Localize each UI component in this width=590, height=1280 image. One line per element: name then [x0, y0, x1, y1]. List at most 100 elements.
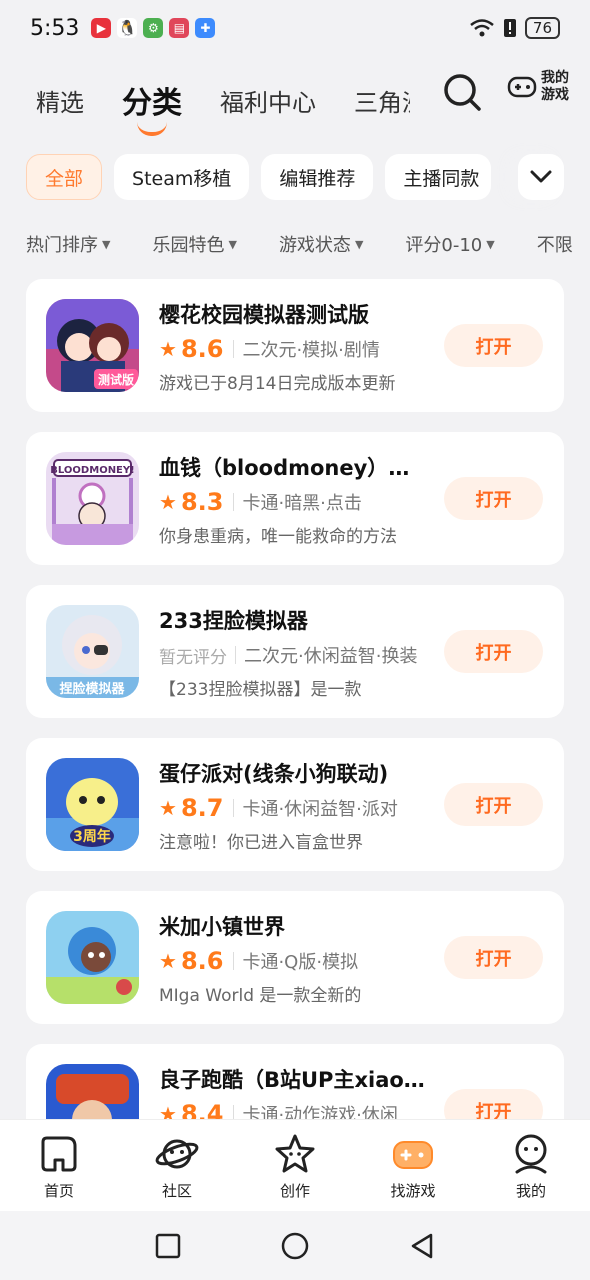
chip-editor-pick[interactable]: 编辑推荐: [261, 154, 374, 200]
game-card[interactable]: 捏脸模拟器 233捏脸模拟器 暂无评分 二次元·休闲益智·换装 【233捏脸模拟…: [26, 585, 564, 718]
settings-app-icon: ⚙: [143, 18, 164, 38]
game-meta: 暂无评分 二次元·休闲益智·换装: [159, 640, 424, 670]
game-card[interactable]: 测试版 樱花校园模拟器测试版 ★ 8.6 二次元·模拟·剧情 游戏已于8月14日…: [26, 279, 564, 412]
game-icon-face-creator: 捏脸模拟器: [46, 605, 139, 698]
game-title: 蛋仔派对(线条小狗联动): [159, 762, 389, 786]
rating-star-icon: ★: [159, 1102, 177, 1119]
open-game-button[interactable]: 打开: [444, 324, 543, 367]
nav-home-label: 首页: [43, 1182, 74, 1200]
chevron-down-icon: [530, 170, 552, 183]
nav-find-games-label: 找游戏: [390, 1182, 436, 1200]
status-bar: 5:53 ▶ 🐧 ⚙ ▤ ✚ 76: [0, 0, 590, 56]
liangzi-parkour-artwork: [46, 1064, 139, 1119]
game-title: 233捏脸模拟器: [159, 609, 308, 633]
sort-game-status[interactable]: 游戏状态 ▼: [279, 226, 363, 262]
game-icon-bloodmoney: BLOODMONEY!: [46, 452, 139, 545]
game-icon-liangzi-parkour: [46, 1064, 139, 1119]
my-games-label: 我的游戏: [541, 70, 569, 103]
game-icon-sakura-school: 测试版: [46, 299, 139, 392]
game-meta: ★ 8.6 卡通·Q版·模拟: [159, 946, 424, 976]
game-card[interactable]: 米加小镇世界 ★ 8.6 卡通·Q版·模拟 MIga World 是一款全新的 …: [26, 891, 564, 1024]
game-app-icon: ✚: [195, 18, 216, 38]
rating-star-icon: ★: [159, 949, 177, 973]
chip-steam-port[interactable]: Steam移植: [114, 154, 250, 200]
system-nav-bar: [0, 1211, 590, 1280]
game-tags: 二次元·模拟·剧情: [242, 340, 380, 361]
sort-features[interactable]: 乐园特色 ▼: [152, 226, 236, 262]
wifi-icon: [470, 19, 494, 37]
game-description: 游戏已于8月14日完成版本更新: [159, 374, 396, 394]
no-rating-label: 暂无评分: [159, 647, 227, 668]
tab-welfare-center[interactable]: 福利中心: [220, 83, 316, 118]
divider: [233, 1105, 235, 1119]
game-tags: 卡通·暗黑·点击: [242, 493, 362, 514]
game-description: MIga World 是一款全新的: [159, 986, 362, 1006]
sort-unlimited[interactable]: 不限: [537, 226, 573, 262]
back-triangle-icon[interactable]: [409, 1232, 435, 1260]
chip-streamer-same[interactable]: 主播同款: [385, 154, 492, 200]
nav-community-label: 社区: [161, 1182, 192, 1200]
divider: [233, 799, 235, 817]
game-card[interactable]: 3周年 蛋仔派对(线条小狗联动) ★ 8.7 卡通·休闲益智·派对 注意啦！你已…: [26, 738, 564, 871]
battery-indicator: 76: [524, 17, 560, 39]
game-meta: ★ 8.3 卡通·暗黑·点击: [159, 487, 424, 517]
nav-create[interactable]: 创作: [236, 1120, 354, 1211]
star-icon: [275, 1134, 315, 1173]
nav-community[interactable]: 社区: [118, 1120, 236, 1211]
open-game-button[interactable]: 打开: [444, 630, 543, 673]
game-meta: ★ 8.7 卡通·休闲益智·派对: [159, 793, 424, 823]
game-description: 注意啦！你已进入盲盒世界: [159, 833, 363, 853]
tab-featured[interactable]: 精选: [36, 83, 84, 118]
nav-home[interactable]: 首页: [0, 1120, 118, 1211]
game-card[interactable]: BLOODMONEY! 血钱（bloodmoney）测试版 ★ 8.3 卡通·暗…: [26, 432, 564, 565]
bloodmoney-artwork: BLOODMONEY!: [46, 452, 139, 545]
tab-categories[interactable]: 分类: [122, 78, 182, 136]
game-icon-miga-world: [46, 911, 139, 1004]
status-time: 5:53: [30, 15, 80, 41]
game-title: 米加小镇世界: [159, 915, 285, 939]
notification-icons: ▶ 🐧 ⚙ ▤ ✚: [91, 18, 216, 38]
game-card[interactable]: 良子跑酷（B站UP主xiaoliangzi） ★ 8.4 卡通·动作游戏·休闲 …: [26, 1044, 564, 1119]
svg-text:3周年: 3周年: [73, 828, 111, 845]
game-score: 8.6: [180, 947, 224, 975]
sort-popularity[interactable]: 热门排序 ▼: [26, 226, 110, 262]
home-circle-icon[interactable]: [281, 1232, 309, 1260]
recents-square-icon[interactable]: [155, 1233, 181, 1259]
open-game-button[interactable]: 打开: [444, 936, 543, 979]
nav-create-label: 创作: [279, 1182, 310, 1200]
tab-delta-force[interactable]: 三角洲: [354, 83, 410, 118]
game-title: 樱花校园模拟器测试版: [159, 303, 369, 327]
expand-chips-button[interactable]: [518, 154, 564, 200]
gamepad-outline-icon: [507, 76, 537, 98]
game-description: 你身患重病，唯一能救命的方法: [159, 527, 397, 547]
sort-rating[interactable]: 评分0-10 ▼: [405, 226, 494, 262]
nav-profile[interactable]: 我的: [472, 1120, 590, 1211]
divider: [233, 952, 235, 970]
open-game-button[interactable]: 打开: [444, 477, 543, 520]
open-game-button[interactable]: 打开: [444, 783, 543, 826]
sort-filter-row: 热门排序 ▼ 乐园特色 ▼ 游戏状态 ▼ 评分0-10 ▼ 不限: [26, 226, 590, 262]
search-icon[interactable]: [442, 72, 482, 112]
video-app-icon: ▶: [91, 18, 112, 38]
sort-unlimited-label: 不限: [536, 235, 573, 256]
caret-down-icon: ▼: [486, 237, 495, 251]
game-score: 8.4: [180, 1100, 224, 1119]
eggy-party-artwork: 3周年: [46, 758, 139, 851]
my-games-button[interactable]: 我的游戏: [507, 70, 573, 104]
nav-profile-label: 我的: [515, 1182, 546, 1200]
sakura-school-artwork: 测试版: [46, 299, 139, 392]
game-score: 8.3: [180, 488, 224, 516]
chip-all[interactable]: 全部: [26, 154, 103, 200]
top-tab-bar: 精选 分类 福利中心 三角洲 我的游戏: [0, 60, 590, 140]
game-score: 8.6: [180, 335, 224, 363]
sort-rating-label: 评分0-10: [405, 235, 483, 256]
game-icon-eggy-party: 3周年: [46, 758, 139, 851]
nav-find-games[interactable]: 找游戏: [354, 1120, 472, 1211]
sort-popularity-label: 热门排序: [26, 235, 98, 256]
home-icon: [41, 1136, 77, 1172]
miga-world-artwork: [46, 911, 139, 1004]
open-game-button[interactable]: 打开: [444, 1089, 543, 1119]
bottom-nav: 首页 社区 创作 找游戏 我的: [0, 1119, 590, 1211]
game-meta: ★ 8.4 卡通·动作游戏·休闲: [159, 1099, 424, 1119]
rating-star-icon: ★: [159, 337, 177, 361]
